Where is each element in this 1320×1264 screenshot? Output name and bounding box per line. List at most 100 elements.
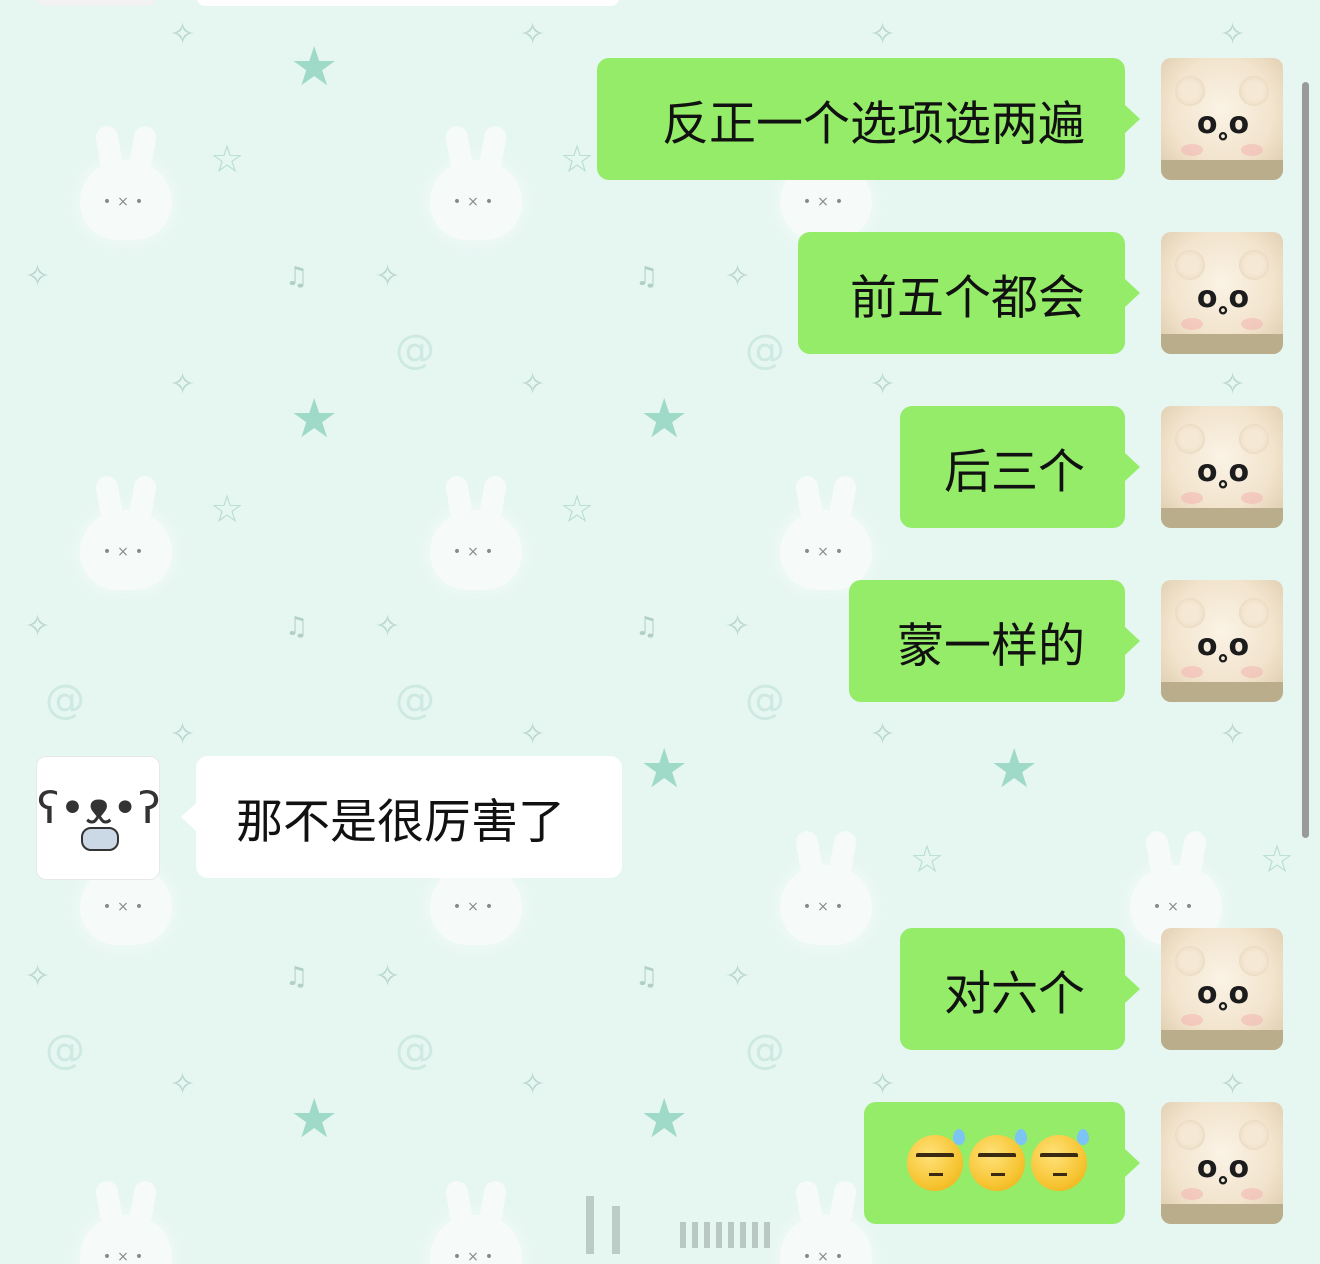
cheek <box>1241 1014 1263 1026</box>
star-outline-decoration: ☆ <box>560 487 595 531</box>
plush-bear-avatar-icon: o˳o <box>1196 976 1249 1011</box>
swirl-decoration: @ <box>745 327 785 373</box>
sparkle-decoration: ✧ <box>725 609 751 644</box>
star-decoration: ★ <box>990 737 1039 800</box>
star-outline-decoration: ☆ <box>560 137 595 181</box>
sparkle-decoration: ✧ <box>375 609 401 644</box>
sparkle-decoration: ✧ <box>375 259 401 294</box>
message-bubble-sent[interactable]: 对六个 <box>900 928 1140 1050</box>
message-bubble-sent[interactable]: 蒙一样的 <box>849 580 1140 702</box>
sparkle-decoration: ✧ <box>1220 1067 1246 1102</box>
cheek <box>1181 1188 1203 1200</box>
watermark-mark <box>586 1196 594 1254</box>
star-decoration: ★ <box>640 387 689 450</box>
bunny-decoration: •×• <box>80 1215 172 1264</box>
my-avatar[interactable]: o˳o <box>1161 1102 1283 1224</box>
my-avatar[interactable]: o˳o <box>1161 406 1283 528</box>
message-text: 蒙一样的 <box>897 618 1085 674</box>
star-decoration: ★ <box>640 1087 689 1150</box>
avatar-base <box>1161 682 1283 702</box>
sparkle-decoration: ✧ <box>870 17 896 52</box>
previous-avatar-partial <box>36 0 158 6</box>
bunny-decoration: •×• <box>430 160 522 240</box>
sparkle-decoration: ✧ <box>870 717 896 752</box>
star-decoration: ★ <box>290 35 339 98</box>
watermark-mark <box>680 1222 770 1248</box>
message-text: 前五个都会 <box>850 270 1085 326</box>
star-decoration: ★ <box>290 387 339 450</box>
cheek <box>1181 144 1203 156</box>
message-bubble-sent[interactable] <box>864 1102 1140 1224</box>
message-bubble-sent[interactable]: 前五个都会 <box>798 232 1140 354</box>
cheek <box>1241 492 1263 504</box>
music-note-decoration: ♫ <box>635 962 659 992</box>
swirl-decoration: @ <box>395 677 435 723</box>
sparkle-decoration: ✧ <box>170 367 196 402</box>
sparkle-decoration: ✧ <box>1220 17 1246 52</box>
plush-bear-avatar-icon: o˳o <box>1196 280 1249 315</box>
music-note-decoration: ♫ <box>635 262 659 292</box>
star-outline-decoration: ☆ <box>1260 837 1295 881</box>
plush-bear-avatar-icon: o˳o <box>1196 1150 1249 1185</box>
guitar-icon <box>81 827 119 851</box>
swirl-decoration: @ <box>45 1027 85 1073</box>
avatar-base <box>1161 160 1283 180</box>
music-note-decoration: ♫ <box>285 612 309 642</box>
star-outline-decoration: ☆ <box>910 837 945 881</box>
sparkle-decoration: ✧ <box>725 259 751 294</box>
star-outline-decoration: ☆ <box>210 137 245 181</box>
sweat-eye-roll-emoji-icon <box>907 1129 965 1191</box>
bunny-decoration: •×• <box>80 510 172 590</box>
sparkle-decoration: ✧ <box>170 717 196 752</box>
sparkle-decoration: ✧ <box>520 1067 546 1102</box>
message-text: 对六个 <box>944 966 1085 1022</box>
plush-bear-avatar-icon: o˳o <box>1196 106 1249 141</box>
scrollbar[interactable] <box>1302 82 1309 838</box>
previous-message-partial <box>196 0 620 6</box>
avatar-base <box>1161 334 1283 354</box>
my-avatar[interactable]: o˳o <box>1161 928 1283 1050</box>
sparkle-decoration: ✧ <box>1220 717 1246 752</box>
bunny-decoration: •×• <box>780 1215 872 1264</box>
message-bubble-received[interactable]: 那不是很厉害了 <box>181 756 622 878</box>
message-text: 后三个 <box>944 444 1085 500</box>
avatar-base <box>1161 1204 1283 1224</box>
message-bubble-sent[interactable]: 后三个 <box>900 406 1140 528</box>
cheek <box>1181 666 1203 678</box>
plush-bear-avatar-icon: o˳o <box>1196 628 1249 663</box>
swirl-decoration: @ <box>745 677 785 723</box>
emoji-row <box>907 1129 1089 1191</box>
music-note-decoration: ♫ <box>635 612 659 642</box>
message-text: 反正一个选项选两遍 <box>662 96 1085 152</box>
message-bubble-sent[interactable]: 反正一个选项选两遍 <box>597 58 1140 180</box>
bunny-decoration: •×• <box>80 160 172 240</box>
plush-bear-avatar-icon: o˳o <box>1196 454 1249 489</box>
music-note-decoration: ♫ <box>285 962 309 992</box>
cheek <box>1241 318 1263 330</box>
music-note-decoration: ♫ <box>285 262 309 292</box>
sparkle-decoration: ✧ <box>725 959 751 994</box>
sparkle-decoration: ✧ <box>25 959 51 994</box>
message-text: 那不是很厉害了 <box>236 794 565 850</box>
contact-avatar[interactable]: ʕ•ᴥ•ʔ <box>36 756 160 880</box>
my-avatar[interactable]: o˳o <box>1161 232 1283 354</box>
avatar-base <box>1161 1030 1283 1050</box>
bunny-decoration: •×• <box>430 1215 522 1264</box>
my-avatar[interactable]: o˳o <box>1161 580 1283 702</box>
star-decoration: ★ <box>640 737 689 800</box>
my-avatar[interactable]: o˳o <box>1161 58 1283 180</box>
sparkle-decoration: ✧ <box>25 609 51 644</box>
bunny-decoration: •×• <box>780 510 872 590</box>
sparkle-decoration: ✧ <box>375 959 401 994</box>
sparkle-decoration: ✧ <box>520 17 546 52</box>
sparkle-decoration: ✧ <box>870 367 896 402</box>
cheek <box>1181 318 1203 330</box>
swirl-decoration: @ <box>395 327 435 373</box>
cheek <box>1241 666 1263 678</box>
watermark-mark <box>612 1206 620 1254</box>
sparkle-decoration: ✧ <box>870 1067 896 1102</box>
sparkle-decoration: ✧ <box>25 259 51 294</box>
sparkle-decoration: ✧ <box>170 1067 196 1102</box>
bunny-decoration: •×• <box>430 510 522 590</box>
cheek <box>1181 492 1203 504</box>
